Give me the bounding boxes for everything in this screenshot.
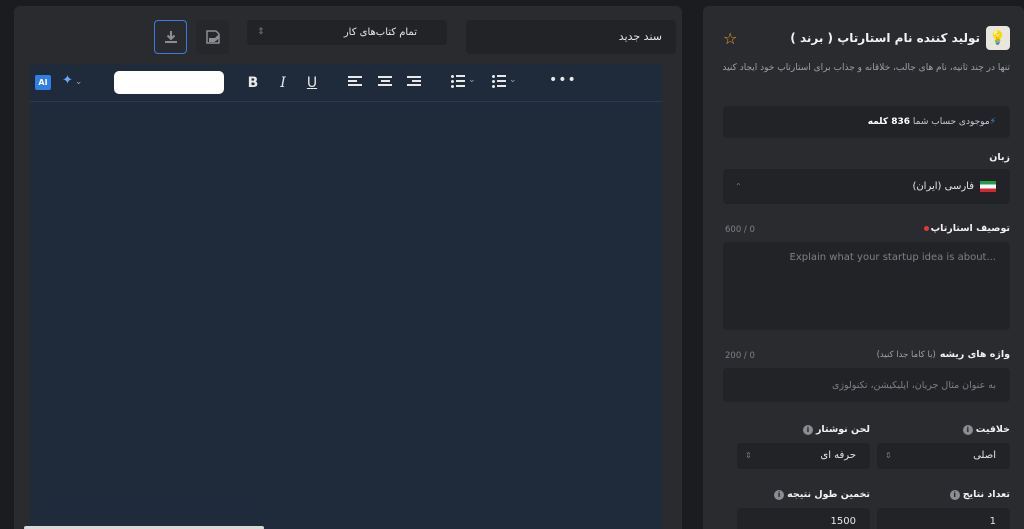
- chevron-down-icon: ⌄: [74, 77, 83, 87]
- results-count-label-text: تعداد نتایج: [962, 489, 1010, 500]
- keywords-char-counter: 200 / 0: [725, 351, 755, 361]
- font-selector-input[interactable]: [114, 71, 224, 94]
- creativity-select[interactable]: اصلی ⇕: [877, 443, 1010, 469]
- lightning-icon: ⚡: [989, 117, 996, 127]
- keywords-label: واژه های ریشه(با کاما جدا کنید): [877, 349, 1010, 360]
- more-options-button[interactable]: •••: [549, 72, 577, 88]
- keywords-label-text: واژه های ریشه: [939, 349, 1010, 360]
- save-document-button[interactable]: [196, 20, 229, 54]
- results-count-label: تعداد نتایجi: [949, 489, 1010, 500]
- info-icon[interactable]: i: [802, 424, 813, 435]
- creativity-label-text: خلاقیت: [975, 424, 1010, 435]
- favorite-star-icon[interactable]: ☆: [723, 29, 737, 48]
- generator-form-panel: 💡 تولید کننده نام استارتاپ ( برند ) ☆ تن…: [703, 6, 1024, 529]
- creativity-value: اصلی: [973, 450, 996, 461]
- tone-label: لحن نوشتارi: [802, 424, 870, 435]
- info-icon[interactable]: i: [962, 424, 973, 435]
- chevron-down-icon: ⌄: [468, 75, 476, 85]
- language-select[interactable]: فارسی (ایران) ⌃: [723, 169, 1010, 204]
- editor-content-area[interactable]: [30, 102, 662, 529]
- ai-assistant-button[interactable]: AI: [35, 75, 51, 90]
- startup-description-label: توصیف استارتاپ: [923, 223, 1010, 234]
- info-icon[interactable]: i: [774, 489, 785, 500]
- magic-wand-icon: ✦: [62, 73, 73, 88]
- numbered-list-button[interactable]: ⌄: [492, 74, 518, 90]
- italic-button[interactable]: I: [276, 73, 290, 93]
- align-left-button[interactable]: [348, 76, 362, 88]
- info-icon[interactable]: i: [949, 489, 960, 500]
- tone-value: حرفه ای: [820, 450, 856, 461]
- keywords-input[interactable]: [723, 368, 1010, 402]
- creativity-label: خلاقیتi: [962, 424, 1010, 435]
- workbook-select-label: تمام کتاب‌های کار: [343, 27, 417, 38]
- select-arrows-icon: ⇕: [885, 451, 892, 460]
- balance-value: 836 کلمه: [867, 117, 911, 127]
- language-value: فارسی (ایران): [912, 181, 974, 192]
- account-balance: ⚡موجودی حساب شما 836 کلمه: [723, 106, 1010, 138]
- document-name-input[interactable]: سند جدید: [466, 20, 676, 54]
- align-center-button[interactable]: [378, 76, 392, 88]
- tone-select[interactable]: حرفه ای ⇕: [737, 443, 870, 469]
- chevron-up-icon: ⌃: [735, 182, 742, 191]
- magic-wand-button[interactable]: ✦ ⌄: [62, 73, 92, 93]
- iran-flag-icon: [980, 180, 996, 192]
- editor-panel: سند جدید تمام کتاب‌های کار ⇕ AI ✦ ⌄ B I U…: [14, 6, 682, 529]
- startup-description-label-text: توصیف استارتاپ: [930, 223, 1010, 234]
- keywords-hint: (با کاما جدا کنید): [876, 350, 936, 360]
- result-length-label-text: تخمین طول نتیجه: [787, 489, 870, 500]
- results-count-input[interactable]: 1: [877, 508, 1010, 529]
- bullet-list-button[interactable]: ⌄: [451, 74, 477, 90]
- description-char-counter: 600 / 0: [725, 225, 755, 235]
- lightbulb-icon: 💡: [986, 26, 1010, 50]
- form-header: 💡 تولید کننده نام استارتاپ ( برند ): [790, 26, 1010, 50]
- startup-description-textarea[interactable]: [723, 242, 1010, 330]
- page-description: تنها در چند ثانیه، نام های جالب، خلاقانه…: [722, 63, 1010, 73]
- editor-toolbar: AI ✦ ⌄ B I U ⌄ ⌄ •••: [30, 64, 662, 102]
- bold-button[interactable]: B: [246, 73, 260, 93]
- download-icon: [164, 31, 177, 43]
- result-length-label: تخمین طول نتیجهi: [774, 489, 870, 500]
- required-dot-icon: [923, 226, 929, 231]
- workbook-select[interactable]: تمام کتاب‌های کار ⇕: [247, 20, 447, 45]
- underline-button[interactable]: U: [305, 73, 319, 93]
- chevron-down-icon: ⌄: [509, 75, 517, 85]
- balance-prefix: موجودی حساب شما: [912, 117, 990, 127]
- download-button[interactable]: [154, 20, 187, 54]
- result-length-input[interactable]: 1500: [737, 508, 870, 529]
- page-title: تولید کننده نام استارتاپ ( برند ): [790, 31, 980, 45]
- align-right-button[interactable]: [407, 76, 421, 88]
- numbered-list-icon: [492, 74, 506, 90]
- bullet-list-icon: [451, 74, 465, 90]
- select-arrows-icon: ⇕: [257, 27, 265, 37]
- select-arrows-icon: ⇕: [745, 451, 752, 460]
- language-label: زبان: [989, 152, 1010, 163]
- save-icon: [205, 30, 220, 44]
- tone-label-text: لحن نوشتار: [815, 424, 870, 435]
